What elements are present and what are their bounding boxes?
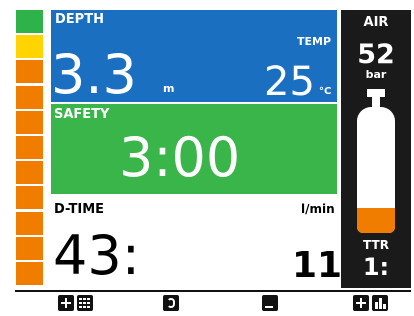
ascent-rate-value: 11	[292, 245, 343, 286]
air-pressure-value: 52	[357, 39, 395, 70]
depth-value: 3.3	[51, 43, 137, 106]
ascent-bar-segment	[16, 110, 43, 134]
right-button[interactable]	[353, 294, 388, 312]
left-button[interactable]	[58, 294, 93, 312]
depth-panel: DEPTH 3.3 m TEMP 25 °C	[51, 10, 337, 102]
plus-minus-icon	[262, 295, 278, 311]
ttr-value: 1:	[362, 253, 390, 281]
tank-body-icon	[357, 107, 395, 233]
dive-time-panel: D-TIME 43: l/min 11	[51, 196, 342, 287]
plus-icon	[353, 295, 369, 311]
ascent-bar-segment	[16, 35, 43, 59]
ttr-label: TTR	[363, 238, 389, 252]
depth-unit: m	[163, 82, 175, 95]
dive-time-value: 43:	[53, 224, 140, 287]
ascent-bar-segment	[16, 10, 43, 33]
center-left-button[interactable]	[163, 294, 179, 312]
ascent-bar-segment	[16, 161, 43, 185]
plus-icon	[58, 295, 74, 311]
bottom-divider	[15, 290, 411, 292]
ascent-bar-segment	[16, 186, 43, 210]
safety-timer: 3:00	[119, 126, 241, 189]
ascent-rate-unit: l/min	[301, 202, 335, 216]
ascent-bar-segment	[16, 60, 43, 84]
temp-label: TEMP	[297, 35, 332, 48]
tank-level-fill	[357, 207, 395, 233]
temp-value: 25	[264, 59, 315, 105]
dive-swap-icon	[163, 295, 179, 311]
center-right-button[interactable]	[262, 294, 278, 312]
air-pressure-unit: bar	[365, 68, 387, 81]
air-panel: AIR 52 bar TTR 1:	[341, 10, 411, 288]
ascent-bar-segment	[16, 236, 43, 260]
bar-chart-icon	[372, 295, 388, 311]
depth-label: DEPTH	[55, 12, 104, 27]
safety-panel: SAFETY 3:00	[51, 104, 337, 194]
dive-time-label: D-TIME	[54, 202, 105, 217]
air-label: AIR	[363, 15, 389, 30]
safety-label: SAFETY	[54, 107, 110, 122]
ascent-bar-segment	[16, 85, 43, 109]
ascent-bar-segment	[16, 211, 43, 235]
temp-unit: °C	[319, 86, 332, 97]
ascent-bar-segment	[16, 262, 43, 285]
ascent-bar-segment	[16, 136, 43, 159]
grid-icon	[77, 295, 93, 311]
